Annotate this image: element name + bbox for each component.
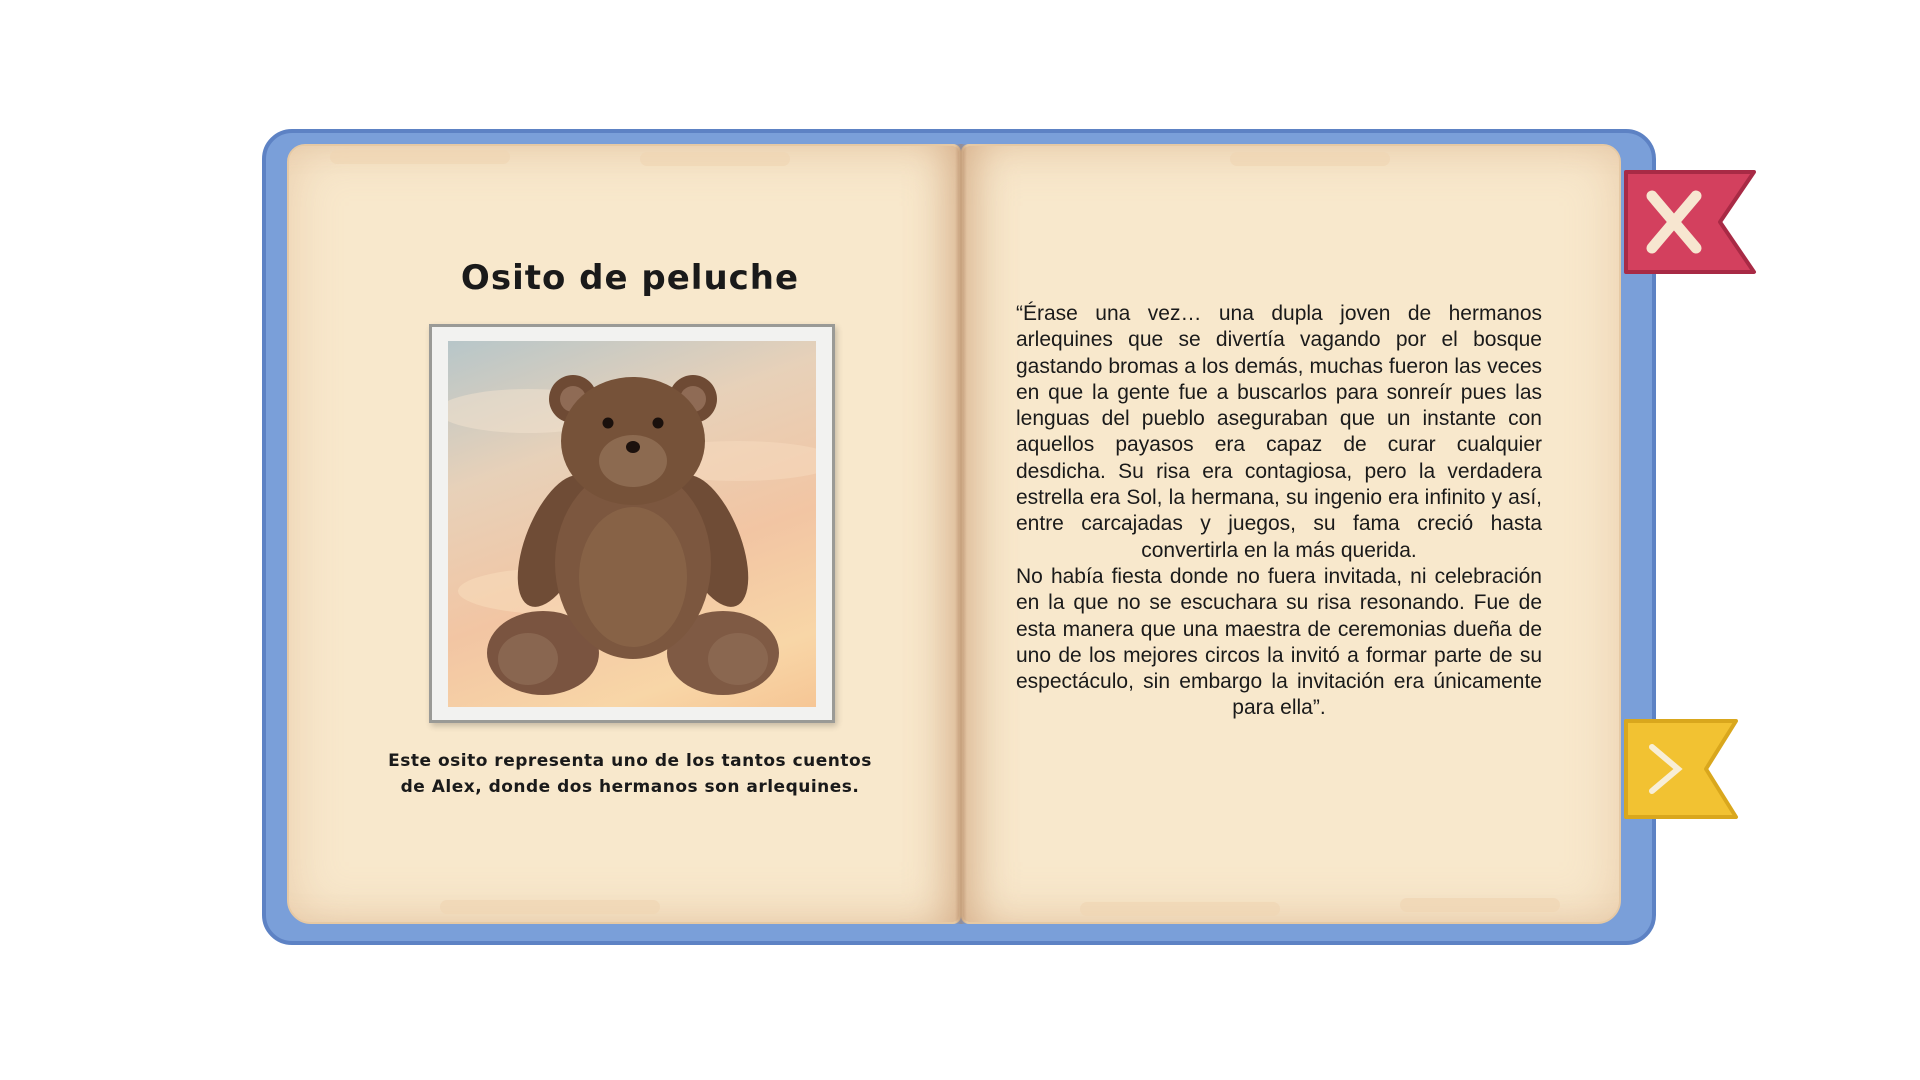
page-edge-decoration (1230, 152, 1390, 166)
item-photo-frame (429, 324, 835, 723)
next-page-button[interactable] (1622, 717, 1740, 821)
story-paragraph: No había fiesta donde no fuera invitada,… (1016, 564, 1542, 720)
page-edge-decoration (330, 150, 510, 164)
page-edge-decoration (440, 900, 660, 914)
story-paragraph: “Érase una vez… una dupla joven de herma… (1016, 302, 1542, 562)
page-edge-decoration (1080, 902, 1280, 916)
page-edge-decoration (640, 152, 790, 166)
teddy-bear-image (448, 341, 816, 707)
story-text: “Érase una vez… una dupla joven de herma… (1016, 301, 1542, 722)
next-flag-shape (1624, 719, 1738, 819)
close-flag-shape (1624, 170, 1756, 274)
item-title: Osito de peluche (460, 258, 800, 298)
page-edge-decoration (1400, 898, 1560, 912)
book-spine (955, 144, 967, 924)
teddy-bear-illustration (448, 375, 816, 695)
item-caption: Este osito representa uno de los tantos … (388, 751, 872, 797)
journal-screen: Osito de peluche Este osito representa u… (0, 0, 1920, 1080)
close-button[interactable] (1622, 168, 1758, 276)
